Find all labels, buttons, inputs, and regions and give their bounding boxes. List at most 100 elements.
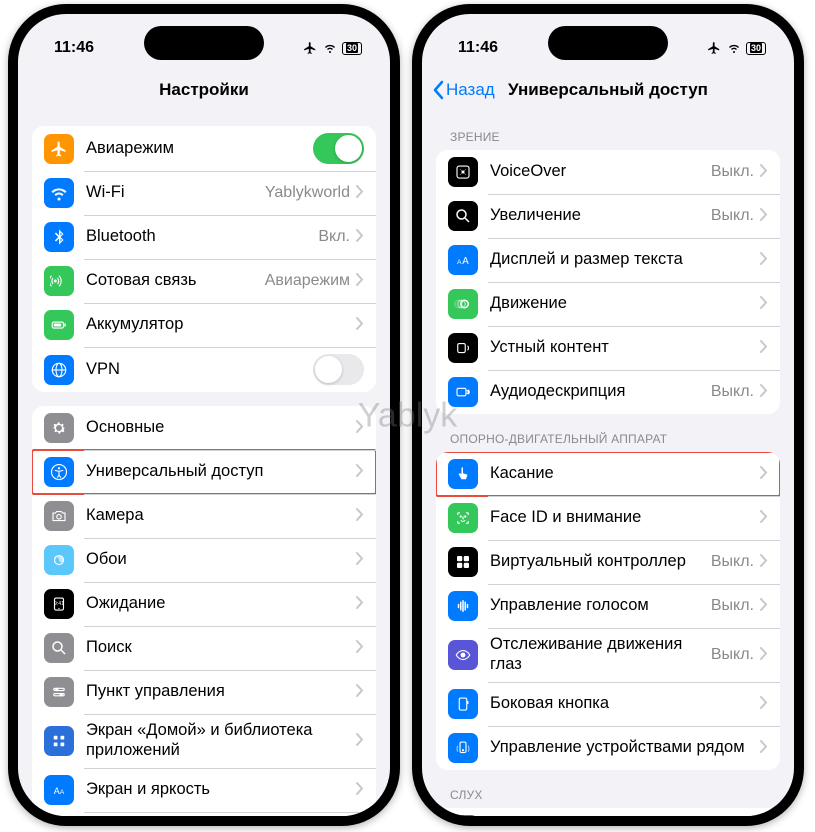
row-label: Ожидание [86, 594, 356, 614]
settings-row[interactable]: Касание [436, 452, 780, 496]
toggle-switch[interactable] [313, 354, 364, 385]
chevron-right-icon [356, 552, 364, 568]
settings-row[interactable]: Отслеживание движения глазВыкл. [436, 628, 780, 682]
svg-text:A: A [60, 788, 65, 795]
settings-row[interactable]: Виртуальный контроллерВыкл. [436, 540, 780, 584]
chevron-right-icon [356, 640, 364, 656]
settings-row[interactable]: Боковая кнопка [436, 682, 780, 726]
dynamic-island [144, 26, 264, 60]
accessibility-icon [44, 457, 74, 487]
settings-content[interactable]: Авиарежим Wi-FiYablykworldBluetoothВкл.Со… [18, 112, 390, 816]
airplane-status-icon [706, 41, 722, 55]
toggle-switch[interactable] [313, 133, 364, 164]
chevron-right-icon [760, 647, 768, 663]
settings-row[interactable]: Экран «Домой» и библиотека приложений [32, 714, 376, 768]
settings-row[interactable]: 9:41Ожидание [32, 582, 376, 626]
back-button[interactable]: Назад [432, 68, 495, 112]
row-label: Bluetooth [86, 227, 318, 247]
row-detail: Выкл. [711, 646, 754, 664]
chevron-right-icon [356, 508, 364, 524]
status-time: 11:46 [458, 39, 498, 57]
row-label: Боковая кнопка [490, 694, 760, 714]
chevron-right-icon [356, 273, 364, 289]
settings-row[interactable]: Слуховые устройства [436, 808, 780, 816]
settings-row[interactable]: Движение [436, 282, 780, 326]
row-label: Универсальный доступ [86, 462, 356, 482]
settings-row[interactable]: Wi-FiYablykworld [32, 171, 376, 215]
row-label: Экран «Домой» и библиотека приложений [86, 721, 356, 761]
settings-row[interactable]: Управление устройствами рядом [436, 726, 780, 770]
settings-row[interactable]: Устный контент [436, 326, 780, 370]
row-label: Движение [490, 294, 760, 314]
battery-level: 30 [346, 43, 358, 53]
wallpaper-icon [44, 545, 74, 575]
chevron-right-icon [760, 252, 768, 268]
phone-left: 11:46 30 Настройки АвиарежимWi-FiYablykw… [8, 4, 400, 826]
chevron-right-icon [760, 466, 768, 482]
wifi-status-icon [322, 42, 338, 54]
chevron-right-icon [760, 340, 768, 356]
row-label: Аккумулятор [86, 315, 356, 335]
settings-row[interactable]: Универсальный доступ [32, 450, 376, 494]
search-icon [44, 633, 74, 663]
row-label: VPN [86, 360, 313, 380]
row-label: Устный контент [490, 338, 760, 358]
settings-row[interactable]: Авиарежим [32, 126, 376, 171]
row-label: Поиск [86, 638, 356, 658]
dynamic-island [548, 26, 668, 60]
row-label: Виртуальный контроллер [490, 552, 711, 572]
settings-row[interactable]: VoiceOverВыкл. [436, 150, 780, 194]
settings-row[interactable]: Камера [32, 494, 376, 538]
settings-row[interactable]: Сотовая связьАвиарежим [32, 259, 376, 303]
chevron-right-icon [760, 208, 768, 224]
nearby-devices-icon [448, 733, 478, 763]
voiceover-icon [448, 157, 478, 187]
chevron-right-icon [356, 782, 364, 798]
settings-row[interactable]: AAЭкран и яркость [32, 768, 376, 812]
side-button-icon [448, 689, 478, 719]
chevron-right-icon [760, 598, 768, 614]
row-label: Face ID и внимание [490, 508, 760, 528]
settings-row[interactable]: Основные [32, 406, 376, 450]
svg-text:A: A [54, 785, 60, 795]
settings-row[interactable]: Face ID и внимание [436, 496, 780, 540]
battery-level: 30 [750, 43, 762, 53]
chevron-right-icon [356, 420, 364, 436]
settings-row[interactable]: Аккумулятор [32, 303, 376, 347]
row-label: Пункт управления [86, 682, 356, 702]
settings-row[interactable]: АудиодескрипцияВыкл. [436, 370, 780, 414]
settings-row[interactable]: Siri [32, 812, 376, 816]
chevron-right-icon [356, 684, 364, 700]
section-header: ОПОРНО-ДВИГАТЕЛЬНЫЙ АППАРАТ [436, 414, 780, 452]
nav-bar: Назад Универсальный доступ [422, 68, 794, 112]
audio-desc-icon [448, 377, 478, 407]
chevron-right-icon [356, 185, 364, 201]
row-detail: Выкл. [711, 383, 754, 401]
chevron-right-icon [356, 229, 364, 245]
accessibility-content[interactable]: ЗРЕНИЕVoiceOverВыкл.УвеличениеВыкл.AAДис… [422, 112, 794, 816]
chevron-right-icon [760, 384, 768, 400]
settings-row[interactable]: VPN [32, 347, 376, 392]
camera-icon [44, 501, 74, 531]
eye-tracking-icon [448, 640, 478, 670]
row-detail: Yablykworld [265, 184, 350, 202]
zoom-icon [448, 201, 478, 231]
settings-row[interactable]: AAДисплей и размер текста [436, 238, 780, 282]
chevron-right-icon [760, 740, 768, 756]
chevron-right-icon [760, 554, 768, 570]
row-label: Авиарежим [86, 139, 313, 159]
settings-row[interactable]: BluetoothВкл. [32, 215, 376, 259]
text-size-icon: AA [448, 245, 478, 275]
cellular-icon [44, 266, 74, 296]
settings-row[interactable]: УвеличениеВыкл. [436, 194, 780, 238]
display-icon: AA [44, 775, 74, 805]
settings-row[interactable]: Пункт управления [32, 670, 376, 714]
settings-row[interactable]: Управление голосомВыкл. [436, 584, 780, 628]
touch-icon [448, 459, 478, 489]
settings-row[interactable]: Обои [32, 538, 376, 582]
page-title: Настройки [159, 80, 249, 100]
row-detail: Авиарежим [265, 272, 350, 290]
settings-row[interactable]: Поиск [32, 626, 376, 670]
home-screen-icon [44, 726, 74, 756]
status-icons: 30 [302, 41, 362, 55]
